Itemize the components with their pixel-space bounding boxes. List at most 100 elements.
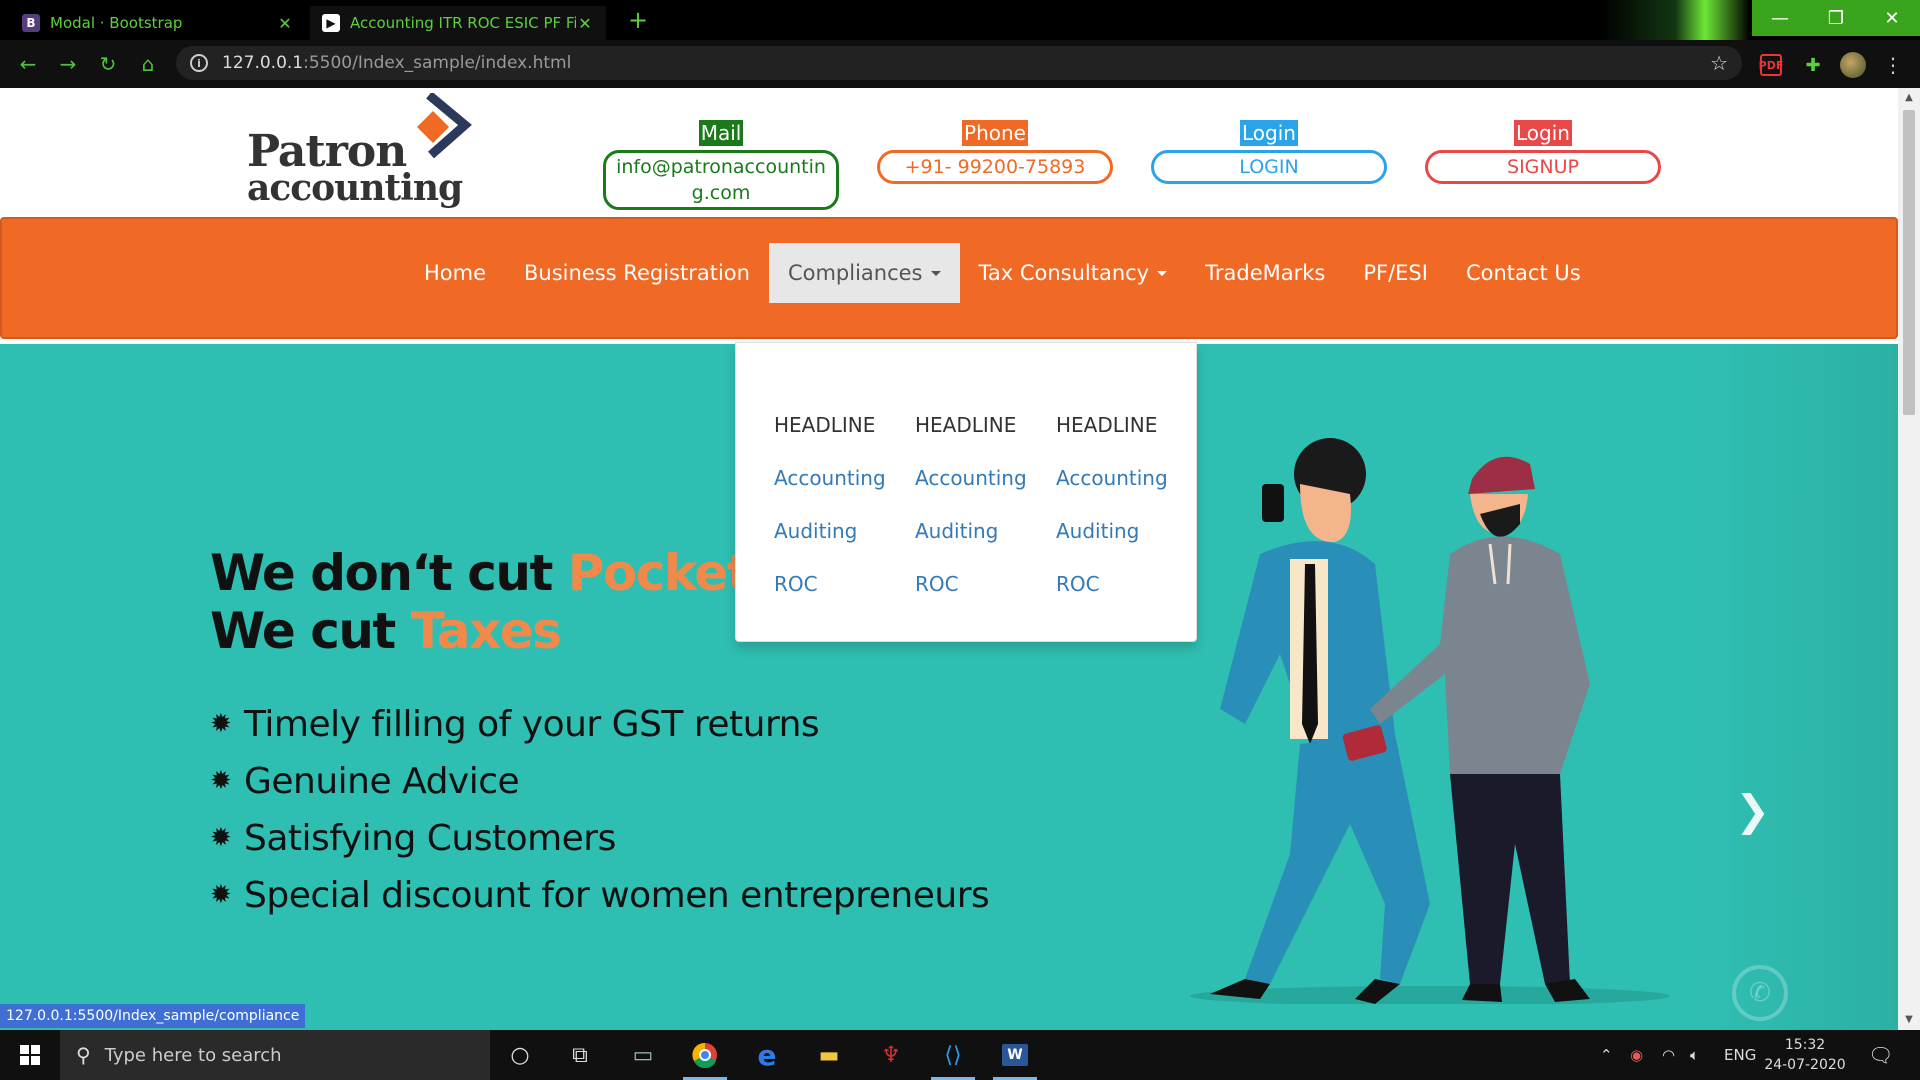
tab-accounting[interactable]: ▶ Accounting ITR ROC ESIC PF Firm ✕ [310, 6, 606, 40]
chrome-icon[interactable] [679, 1035, 731, 1080]
hero-bullet-list: ✹ Timely filling of your GST returns ✹ Gen… [210, 696, 990, 924]
login-label: Login [1240, 120, 1298, 146]
pdf-extension-icon[interactable]: PDF [1759, 54, 1783, 76]
list-item: ✹ Special discount for women entrepreneur… [210, 867, 990, 924]
web-page: Patron accounting Mail info@patronaccoun… [0, 88, 1898, 1030]
signup-label: Login [1514, 120, 1572, 146]
word-icon[interactable]: W [989, 1035, 1041, 1080]
antivirus-icon[interactable]: ◉ [1630, 1030, 1643, 1080]
signup-contact: Login SIGNUP [1425, 120, 1661, 184]
dropdown-link-roc[interactable]: ROC [774, 572, 904, 625]
taskbar-search-box[interactable]: ⚲ Type here to search [60, 1030, 490, 1080]
profile-avatar[interactable] [1840, 52, 1866, 78]
show-hidden-icons[interactable]: ⌃ [1600, 1030, 1613, 1080]
mail-label: Mail [698, 120, 744, 146]
link-status-bar: 127.0.0.1:5500/Index_sample/compliance [0, 1004, 306, 1028]
login-contact: Login LOGIN [1151, 120, 1387, 184]
restore-button[interactable]: ❐ [1808, 0, 1864, 36]
dropdown-link-roc[interactable]: ROC [1056, 572, 1186, 625]
browser-tab-bar: B Modal · Bootstrap ✕ ▶ Accounting ITR R… [0, 0, 1920, 40]
search-icon: ⚲ [76, 1043, 91, 1067]
mail-button[interactable]: info@patronaccounting.com [603, 150, 839, 210]
login-button[interactable]: LOGIN [1151, 150, 1387, 184]
dropdown-link-auditing[interactable]: Auditing [1056, 519, 1186, 572]
forward-icon[interactable]: → [54, 50, 82, 78]
bootstrap-icon: B [22, 14, 40, 32]
dropdown-headline: HEADLINE [774, 413, 876, 437]
tab-modal-bootstrap[interactable]: B Modal · Bootstrap ✕ [10, 6, 306, 40]
scroll-down-icon[interactable]: ▼ [1903, 1014, 1915, 1026]
cortana-icon[interactable]: ○ [494, 1035, 546, 1075]
dropdown-link-roc[interactable]: ROC [915, 572, 1045, 625]
browser-menu-icon[interactable]: ⋮ [1880, 52, 1906, 78]
list-item: ✹ Satisfying Customers [210, 810, 989, 867]
dropdown-column: HEADLINE Accounting Auditing ROC [915, 413, 1045, 625]
page-scrollbar[interactable]: ▲ ▼ [1898, 88, 1920, 1030]
reload-icon[interactable]: ↻ [94, 50, 122, 78]
dropdown-column: HEADLINE Accounting Auditing ROC [1056, 413, 1186, 625]
edge-icon[interactable]: e [741, 1035, 793, 1075]
scroll-up-icon[interactable]: ▲ [1903, 92, 1915, 104]
carousel-right-shade [1698, 344, 1898, 1030]
dropdown-link-accounting[interactable]: Accounting [1056, 466, 1186, 519]
logo[interactable]: Patron accounting [245, 93, 475, 209]
dropdown-column: HEADLINE Accounting Auditing ROC [774, 413, 904, 625]
app-icon[interactable]: ▭ [617, 1035, 669, 1075]
tab-title: Modal · Bootstrap [50, 14, 183, 32]
nav-home[interactable]: Home [405, 243, 505, 303]
close-window-button[interactable]: ✕ [1864, 0, 1920, 36]
phone-contact: Phone +91- 99200-75893 [877, 120, 1113, 184]
wallpaper-glow [1600, 0, 1750, 40]
phone-label: Phone [962, 120, 1028, 146]
task-view-icon[interactable]: ⧉ [554, 1035, 606, 1075]
scrollbar-thumb[interactable] [1903, 110, 1915, 415]
asterisk-icon: ✹ [210, 823, 232, 853]
new-tab-button[interactable]: + [624, 6, 652, 34]
compliances-dropdown-menu: HEADLINE Accounting Auditing ROC HEADLIN… [735, 342, 1197, 642]
address-bar[interactable]: i 127.0.0.1:5500/Index_sample/index.html… [176, 46, 1742, 80]
nav-compliances[interactable]: Compliances [768, 243, 960, 303]
nav-tax-consultancy[interactable]: Tax Consultancy [960, 243, 1187, 303]
notifications-icon[interactable]: 🗨︎ [1868, 1030, 1893, 1080]
site-info-icon[interactable]: i [190, 54, 208, 72]
minimize-button[interactable]: — [1752, 0, 1808, 36]
vscode-icon[interactable]: ⟨⟩ [927, 1035, 979, 1080]
mail-contact: Mail info@patronaccounting.com [603, 120, 839, 210]
nav-trademarks[interactable]: TradeMarks [1186, 243, 1344, 303]
nav-business-registration[interactable]: Business Registration [505, 243, 769, 303]
dropdown-link-accounting[interactable]: Accounting [915, 466, 1045, 519]
nav-contact-us[interactable]: Contact Us [1447, 243, 1600, 303]
wifi-icon[interactable]: ◠ [1662, 1030, 1675, 1080]
list-item: ✹ Genuine Advice [210, 753, 989, 810]
close-icon[interactable]: ✕ [276, 14, 294, 33]
dropdown-link-auditing[interactable]: Auditing [915, 519, 1045, 572]
taskbar-clock[interactable]: 15:32 24-07-2020 [1760, 1035, 1850, 1075]
carousel-next-icon[interactable]: ❯ [1735, 786, 1770, 835]
tab-title: Accounting ITR ROC ESIC PF Firm [350, 14, 576, 32]
extensions-puzzle-icon[interactable]: ✚ [1800, 52, 1826, 78]
whatsapp-icon[interactable]: ✆ [1732, 965, 1788, 1021]
logo-text-accounting: accounting [247, 167, 463, 209]
predator-icon[interactable]: ♆ [865, 1035, 917, 1075]
phone-button[interactable]: +91- 99200-75893 [877, 150, 1113, 184]
nav-pf-esi[interactable]: PF/ESI [1344, 243, 1447, 303]
file-explorer-icon[interactable]: ▬ [803, 1035, 855, 1075]
signup-button[interactable]: SIGNUP [1425, 150, 1661, 184]
list-item: ✹ Timely filling of your GST returns [210, 696, 989, 753]
browser-toolbar: ← → ↻ ⌂ i 127.0.0.1:5500/Index_sample/in… [0, 40, 1920, 88]
dropdown-headline: HEADLINE [1056, 413, 1158, 437]
logo-chevron-icon [417, 93, 472, 159]
bookmark-star-icon[interactable]: ☆ [1710, 51, 1728, 75]
home-icon[interactable]: ⌂ [134, 50, 162, 78]
windows-taskbar: ⚲ Type here to search ○ ⧉ ▭ e ▬ ♆ ⟨⟩ W ⌃… [0, 1030, 1920, 1080]
volume-icon[interactable]: 🔈︎ [1690, 1030, 1699, 1080]
windows-logo-icon [20, 1045, 40, 1065]
language-indicator[interactable]: ENG [1724, 1030, 1756, 1080]
back-icon[interactable]: ← [14, 50, 42, 78]
dropdown-link-accounting[interactable]: Accounting [774, 466, 904, 519]
close-icon[interactable]: ✕ [576, 14, 594, 33]
windows-start-button[interactable] [0, 1030, 60, 1080]
url-text[interactable]: 127.0.0.1:5500/Index_sample/index.html [222, 53, 1710, 73]
hero-illustration [1190, 438, 1670, 1004]
dropdown-link-auditing[interactable]: Auditing [774, 519, 904, 572]
